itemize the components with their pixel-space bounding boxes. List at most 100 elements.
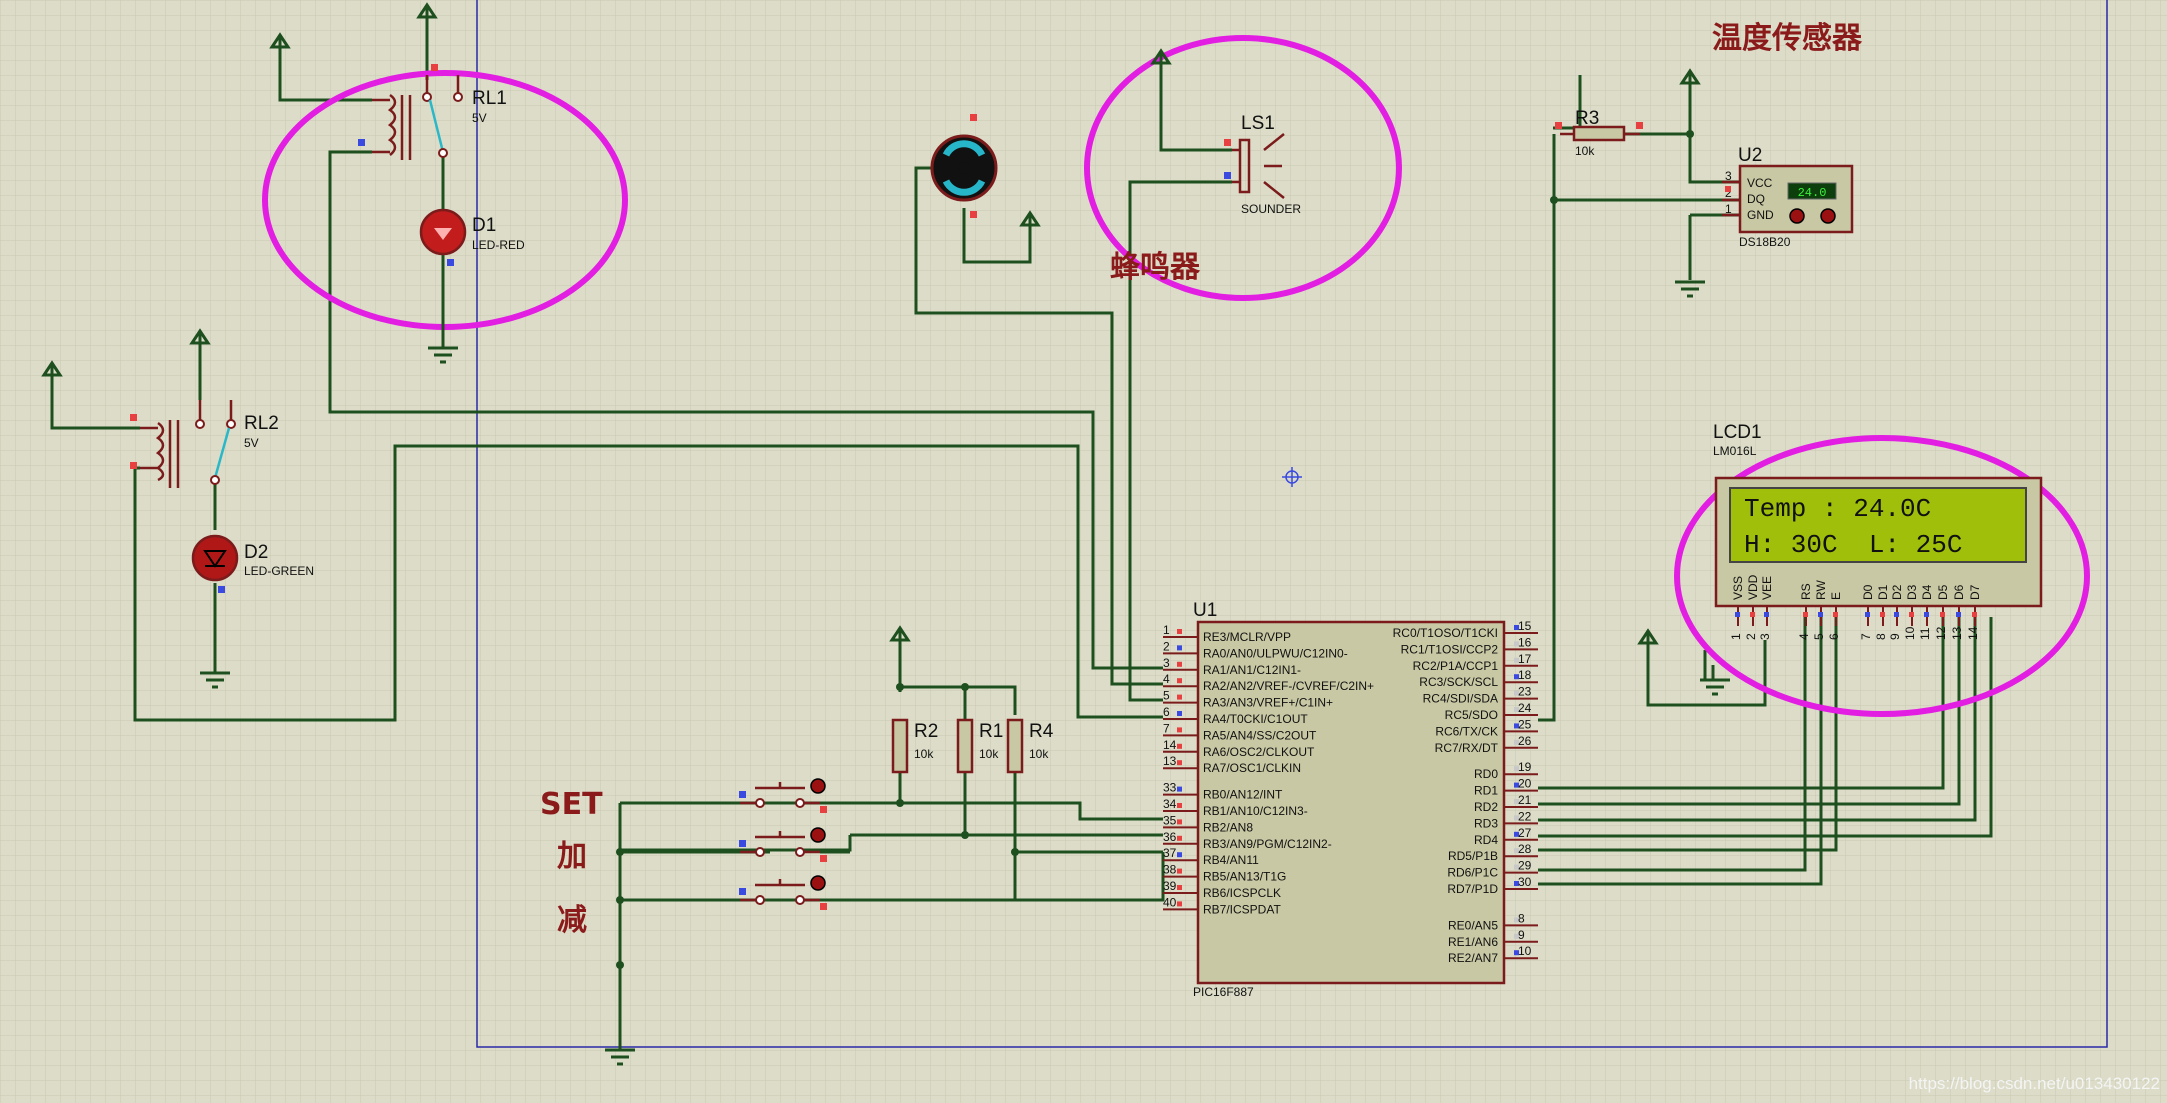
schematic-canvas[interactable]: RL1 5V D1 LED-RED RL2 5V D2 LED-GREEN LS… — [0, 0, 2167, 1103]
u1-pin-name: RA0/AN0/ULPWU/C12IN0- — [1203, 646, 1348, 660]
rl1-ref: RL1 — [472, 88, 507, 109]
rl2-ref: RL2 — [244, 413, 279, 434]
u1-pin-num: 18 — [1518, 668, 1532, 682]
lcd-pin-num: 5 — [1812, 633, 1826, 640]
lcd-pin-name: VDD — [1746, 574, 1760, 600]
u1-pin-num: 3 — [1163, 656, 1170, 670]
u1-pin-num: 4 — [1163, 672, 1170, 686]
lcd-pin-name: VEE — [1760, 576, 1774, 600]
u1-pin-num: 10 — [1518, 944, 1532, 958]
u1-pin-num: 2 — [1163, 639, 1170, 653]
u1-pin-name: RB6/ICSPCLK — [1203, 886, 1281, 900]
u1-pin-name: RD7/P1D — [1447, 882, 1498, 896]
r3-value: 10k — [1575, 144, 1595, 158]
d1-ref: D1 — [472, 215, 496, 236]
lcd-pin-num: 10 — [1903, 626, 1917, 640]
u1-pin-name: RD1 — [1474, 784, 1498, 798]
u1-pin-num: 14 — [1163, 738, 1177, 752]
u1-pin-name: RE2/AN7 — [1448, 951, 1498, 965]
u1-pin-name: RA2/AN2/VREF-/CVREF/C2IN+ — [1203, 679, 1374, 693]
u1-pin-name: RD2 — [1474, 800, 1498, 814]
u1-pin-name: RA7/OSC1/CLKIN — [1203, 761, 1301, 775]
lcd-pin-num: 4 — [1797, 633, 1811, 640]
u1-pin-num: 15 — [1518, 619, 1532, 633]
u1-pin-name: RE1/AN6 — [1448, 935, 1498, 949]
u1-pin-name: RC1/T1OSI/CCP2 — [1401, 642, 1499, 656]
lcd1-part: LM016L — [1713, 444, 1757, 458]
u2-ref: U2 — [1738, 145, 1762, 166]
u1-pin-num: 7 — [1163, 721, 1170, 735]
lcd-pin-num: 7 — [1859, 633, 1873, 640]
u1-pin-name: RC6/TX/CK — [1435, 724, 1498, 738]
u2-pin3-num: 3 — [1725, 169, 1732, 183]
lcd-pin-num: 13 — [1950, 626, 1964, 640]
r1-ref: R1 — [979, 721, 1003, 742]
u1-pin-name: RB0/AN12/INT — [1203, 788, 1283, 802]
u1-pin-name: RB7/ICSPDAT — [1203, 902, 1281, 916]
u1-pin-num: 5 — [1163, 689, 1170, 703]
u1-pin-num: 20 — [1518, 777, 1532, 791]
u1-pin-num: 28 — [1518, 842, 1532, 856]
lcd-pin-num: 2 — [1744, 633, 1758, 640]
u1-pin-num: 22 — [1518, 809, 1532, 823]
r2-ref: R2 — [914, 721, 938, 742]
lcd-pin-num: 3 — [1758, 633, 1772, 640]
u1-pin-name: RC7/RX/DT — [1435, 741, 1499, 755]
u1-pin-num: 36 — [1163, 830, 1177, 844]
u1-pin-name: RA1/AN1/C12IN1- — [1203, 663, 1301, 677]
u2-pin-vcc: VCC — [1747, 176, 1773, 190]
u1-pin-name: RD0 — [1474, 767, 1498, 781]
u1-pin-num: 8 — [1518, 911, 1525, 925]
lcd-pin-name: E — [1829, 592, 1843, 600]
buzzer-title: 蜂鸣器 — [1110, 250, 1201, 285]
u1-pin-num: 13 — [1163, 754, 1177, 768]
u1-pin-num: 34 — [1163, 797, 1177, 811]
lcd-pin-name: D7 — [1968, 584, 1982, 600]
u1-pin-name: RC3/SCK/SCL — [1419, 675, 1498, 689]
lcd-pin-name: D1 — [1876, 584, 1890, 600]
u1-pin-name: RC4/SDI/SDA — [1423, 692, 1498, 706]
u1-pin-name: RA6/OSC2/CLKOUT — [1203, 745, 1315, 759]
lcd-pin-name: D2 — [1890, 584, 1904, 600]
mcu-u1[interactable]: U1 PIC16F887 1 RE3/MCLR/VPP 2 RA0/AN0/ULPWU… — [1163, 600, 1538, 999]
u1-pin-name: RD6/P1C — [1447, 866, 1498, 880]
u1-pin-num: 23 — [1518, 685, 1532, 699]
u1-pin-num: 35 — [1163, 813, 1177, 827]
ls1-ref: LS1 — [1241, 113, 1275, 134]
r4-value: 10k — [1029, 747, 1049, 761]
u2-reading: 24.0 — [1798, 186, 1827, 200]
u1-pin-name: RE0/AN5 — [1448, 918, 1498, 932]
u1-pin-name: RB4/AN11 — [1203, 853, 1259, 867]
lcd-pin-num: 6 — [1827, 633, 1841, 640]
u2-pin-dq: DQ — [1747, 192, 1765, 206]
lcd-pin-num: 1 — [1729, 633, 1743, 640]
u1-pin-name: RB2/AN8 — [1203, 820, 1253, 834]
lcd-pin-name: D5 — [1936, 584, 1950, 600]
plus-label: 加 — [557, 839, 587, 874]
d1-value: LED-RED — [472, 238, 525, 252]
u2-pin1-num: 1 — [1725, 202, 1732, 216]
u1-pin-name: RC5/SDO — [1445, 708, 1498, 722]
lcd-pin-name: D3 — [1905, 584, 1919, 600]
set-label: SET — [540, 787, 603, 822]
u1-pin-num: 38 — [1163, 863, 1177, 877]
u1-pin-name: RC2/P1A/CCP1 — [1413, 659, 1499, 673]
rl2-value: 5V — [244, 436, 259, 450]
u1-part: PIC16F887 — [1193, 985, 1254, 999]
u1-ref: U1 — [1193, 600, 1217, 621]
lcd-pin-num: 14 — [1966, 626, 1980, 640]
lcd-pin-name: D0 — [1861, 584, 1875, 600]
r4-ref: R4 — [1029, 721, 1054, 742]
u1-pin-num: 27 — [1518, 826, 1532, 840]
u1-pin-num: 17 — [1518, 652, 1532, 666]
u1-pin-num: 33 — [1163, 781, 1177, 795]
u1-pin-name: RE3/MCLR/VPP — [1203, 630, 1291, 644]
u1-pin-name: RA3/AN3/VREF+/C1IN+ — [1203, 696, 1333, 710]
u1-pin-num: 26 — [1518, 734, 1532, 748]
u1-pin-name: RD4 — [1474, 833, 1498, 847]
u1-pin-name: RA4/T0CKI/C1OUT — [1203, 712, 1308, 726]
u1-pin-num: 6 — [1163, 705, 1170, 719]
u1-pin-num: 25 — [1518, 717, 1532, 731]
lcd1-ref: LCD1 — [1713, 422, 1762, 443]
d2-value: LED-GREEN — [244, 564, 314, 578]
